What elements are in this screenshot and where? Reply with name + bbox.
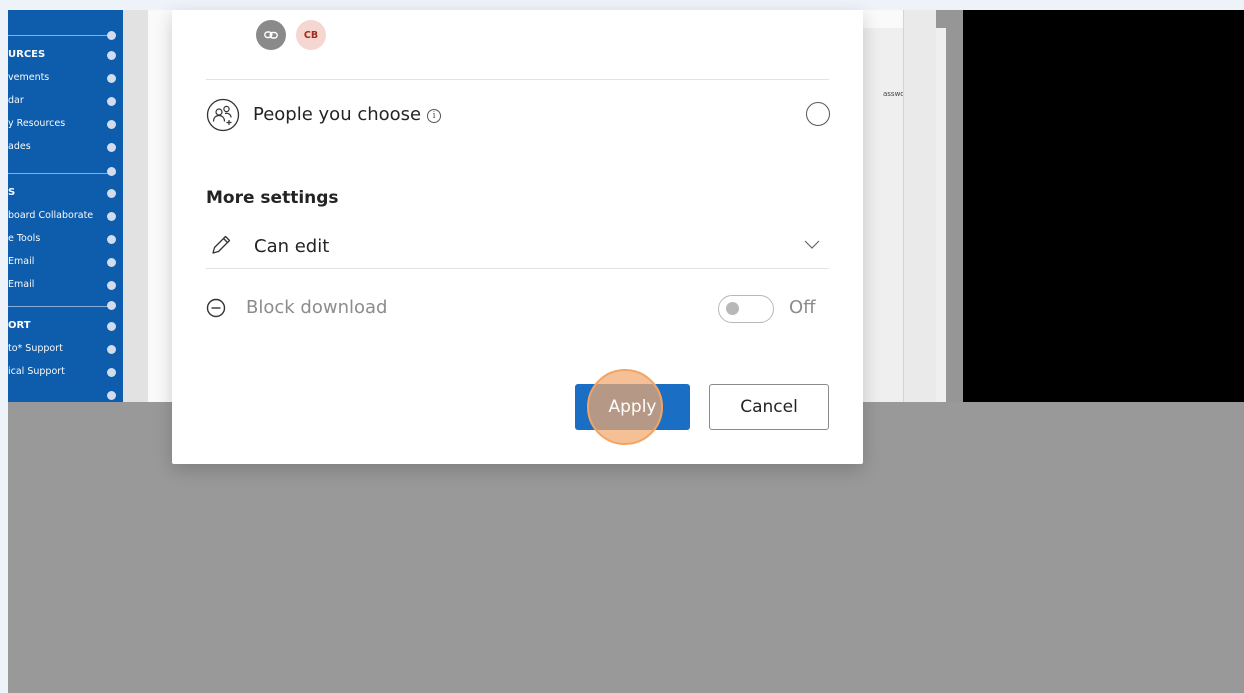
block-download-label: Block download — [246, 297, 388, 318]
more-settings-heading: More settings — [206, 188, 339, 208]
option-label: People you choose i — [253, 104, 442, 125]
minus-circle-icon — [206, 298, 226, 318]
people-you-choose-label: People you choose — [253, 104, 422, 125]
divider — [206, 268, 829, 269]
apply-label: Apply — [608, 397, 657, 417]
people-you-choose-option[interactable]: People you choose i — [206, 98, 830, 134]
toggle-knob — [726, 302, 739, 315]
divider — [206, 79, 829, 80]
people-you-choose-radio[interactable] — [806, 102, 830, 126]
link-settings-dialog: CB People you choose i More settings Can … — [172, 10, 863, 464]
avatar: CB — [296, 20, 326, 50]
block-download-row: Block download Off — [206, 294, 830, 328]
chevron-down-icon — [804, 240, 820, 249]
toggle-state-label: Off — [789, 297, 816, 318]
link-icon — [256, 20, 286, 50]
permission-dropdown[interactable]: Can edit — [206, 230, 830, 266]
cancel-button[interactable]: Cancel — [709, 384, 829, 430]
permission-value: Can edit — [254, 236, 330, 257]
info-icon[interactable]: i — [427, 109, 442, 123]
pencil-icon — [212, 235, 231, 254]
people-add-icon — [206, 98, 240, 132]
block-download-toggle[interactable] — [718, 295, 774, 323]
